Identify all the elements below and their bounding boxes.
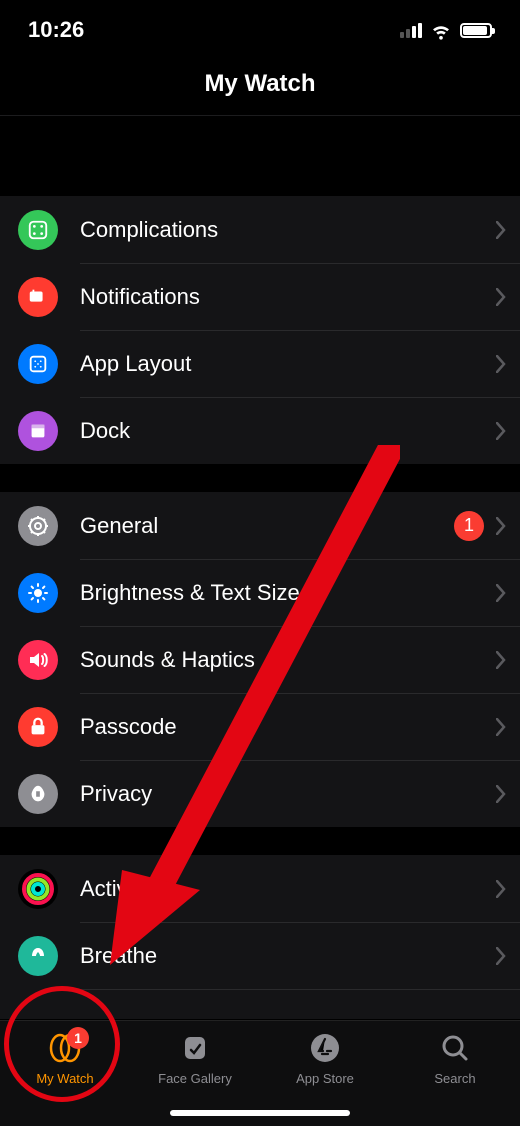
section-watch: Complications Notifications App Layout D… — [0, 196, 520, 464]
row-label: Complications — [80, 217, 496, 243]
tab-label: My Watch — [36, 1071, 93, 1086]
row-sounds[interactable]: Sounds & Haptics — [80, 626, 520, 693]
badge: 1 — [454, 511, 484, 541]
status-bar: 10:26 — [0, 0, 520, 60]
chevron-right-icon — [496, 422, 506, 440]
general-icon — [18, 506, 58, 546]
status-time: 10:26 — [28, 17, 84, 43]
status-right — [400, 19, 492, 41]
row-label: Breathe — [80, 943, 496, 969]
tab-my-watch[interactable]: 1 My Watch — [5, 1031, 125, 1126]
divider — [0, 115, 520, 116]
row-passcode[interactable]: Passcode — [80, 693, 520, 760]
page-title: My Watch — [0, 70, 520, 98]
tab-label: Face Gallery — [158, 1071, 232, 1086]
row-label: App Layout — [80, 351, 496, 377]
row-app-layout[interactable]: App Layout — [80, 330, 520, 397]
sounds-icon — [18, 640, 58, 680]
row-label: Sounds & Haptics — [80, 647, 496, 673]
applayout-icon — [18, 344, 58, 384]
app-store-icon — [307, 1031, 343, 1065]
complications-icon — [18, 210, 58, 250]
chevron-right-icon — [496, 221, 506, 239]
screen: 10:26 My Watch Complications Notificatio… — [0, 0, 520, 1126]
row-next[interactable] — [80, 989, 520, 1019]
cellular-icon — [400, 23, 422, 38]
privacy-icon — [18, 774, 58, 814]
notifications-icon — [18, 277, 58, 317]
chevron-right-icon — [496, 517, 506, 535]
section-settings: General 1 Brightness & Text Size Sounds … — [0, 492, 520, 827]
section-apps: Activity Breathe — [0, 855, 520, 1019]
chevron-right-icon — [496, 880, 506, 898]
brightness-icon — [18, 573, 58, 613]
dock-icon — [18, 411, 58, 451]
tab-search[interactable]: Search — [395, 1031, 515, 1126]
chevron-right-icon — [496, 288, 506, 306]
row-brightness[interactable]: Brightness & Text Size — [80, 559, 520, 626]
row-label: Notifications — [80, 284, 496, 310]
tab-label: Search — [434, 1071, 475, 1086]
row-label: General — [80, 513, 454, 539]
row-label: Passcode — [80, 714, 496, 740]
home-indicator — [170, 1110, 350, 1116]
activity-icon — [18, 869, 58, 909]
row-label: Privacy — [80, 781, 496, 807]
row-notifications[interactable]: Notifications — [80, 263, 520, 330]
row-label: Activity — [80, 876, 496, 902]
row-activity[interactable]: Activity — [0, 855, 520, 922]
chevron-right-icon — [496, 718, 506, 736]
row-breathe[interactable]: Breathe — [80, 922, 520, 989]
chevron-right-icon — [496, 355, 506, 373]
search-icon — [437, 1031, 473, 1065]
chevron-right-icon — [496, 651, 506, 669]
row-general[interactable]: General 1 — [0, 492, 520, 559]
breathe-icon — [18, 936, 58, 976]
tab-badge: 1 — [67, 1027, 89, 1049]
row-label: Dock — [80, 418, 496, 444]
chevron-right-icon — [496, 947, 506, 965]
tab-label: App Store — [296, 1071, 354, 1086]
wifi-icon — [430, 19, 452, 41]
chevron-right-icon — [496, 584, 506, 602]
battery-icon — [460, 23, 492, 38]
row-complications[interactable]: Complications — [0, 196, 520, 263]
row-dock[interactable]: Dock — [80, 397, 520, 464]
row-label: Brightness & Text Size — [80, 580, 496, 606]
row-privacy[interactable]: Privacy — [80, 760, 520, 827]
face-gallery-icon — [177, 1031, 213, 1065]
chevron-right-icon — [496, 785, 506, 803]
passcode-icon — [18, 707, 58, 747]
